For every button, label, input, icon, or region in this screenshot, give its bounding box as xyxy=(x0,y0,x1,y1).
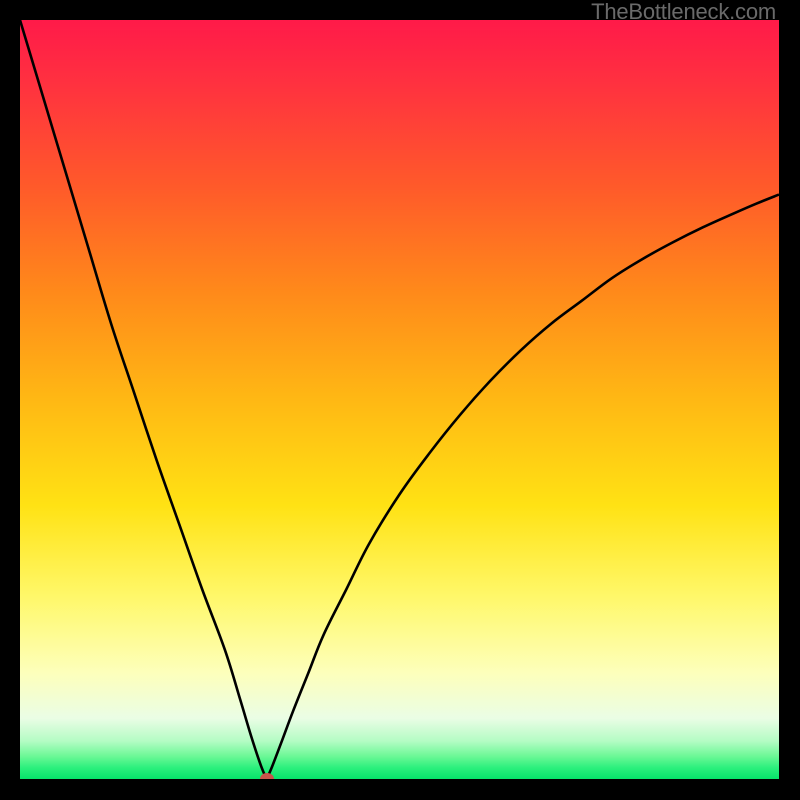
chart-container: TheBottleneck.com xyxy=(0,0,800,800)
frame-right xyxy=(779,0,800,800)
plot-area xyxy=(20,20,779,779)
frame-bottom xyxy=(0,779,800,800)
frame-left xyxy=(0,0,20,800)
bottleneck-curve xyxy=(20,20,779,779)
curve-right-branch xyxy=(267,195,779,779)
watermark-text: TheBottleneck.com xyxy=(591,0,776,25)
curve-left-branch xyxy=(20,20,267,779)
